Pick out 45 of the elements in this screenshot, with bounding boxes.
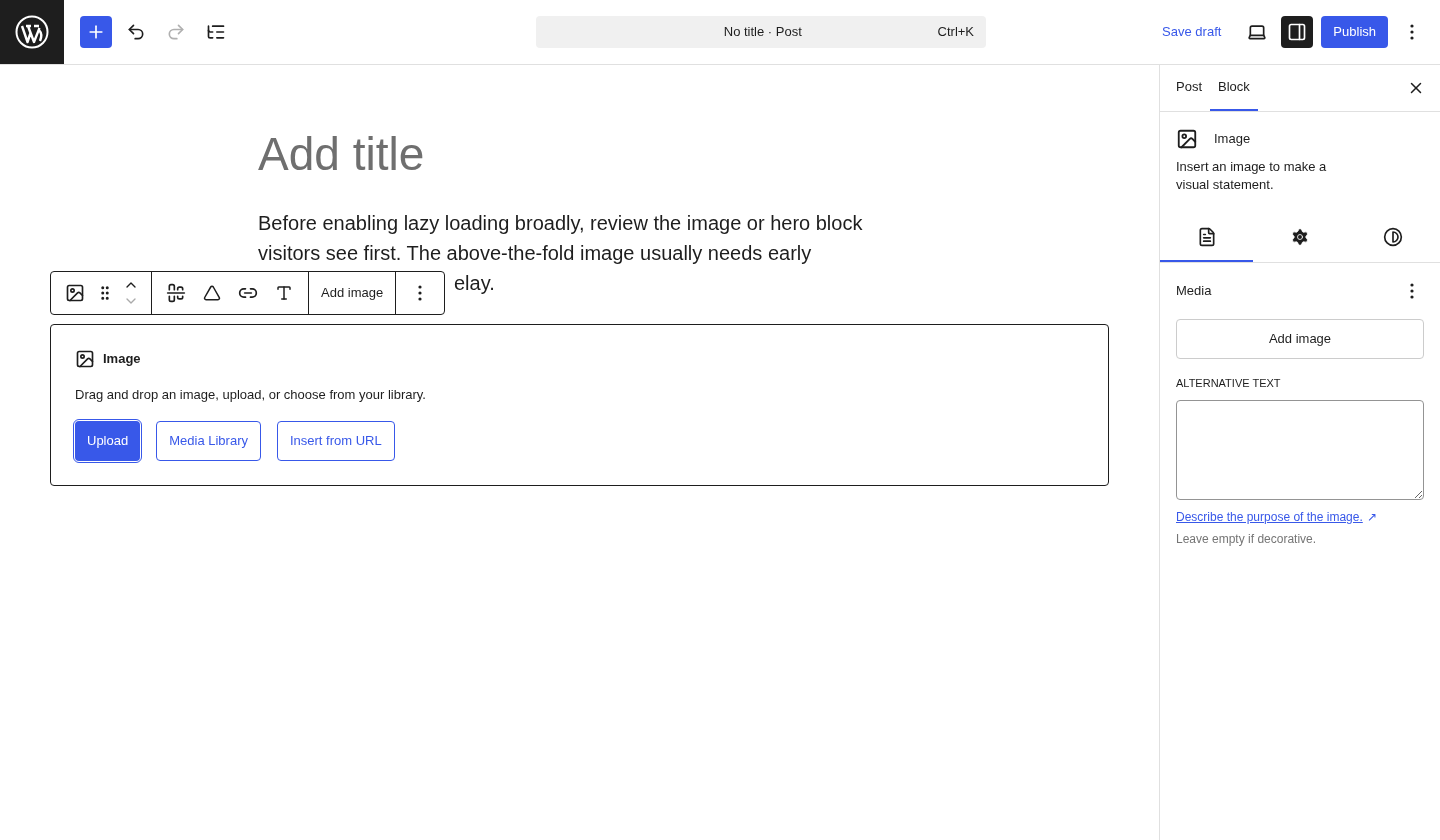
panel-title: Media — [1176, 282, 1212, 301]
more-icon — [1410, 283, 1414, 299]
triangle-icon — [203, 284, 221, 302]
sidebar-tab[interactable]: Post — [1168, 65, 1210, 111]
image-icon — [75, 349, 95, 370]
external-link-mark: ↗ — [1366, 509, 1377, 524]
paragraph-line: elay. — [454, 271, 495, 297]
wordpress-logo-icon[interactable] — [15, 15, 49, 49]
redo-icon — [166, 22, 186, 42]
title-placeholder[interactable]: Add title — [258, 127, 425, 183]
help-text: Leave empty if decorative. — [1176, 530, 1317, 548]
placeholder-instructions: Drag and drop an image, upload, or choose from your library. — [75, 386, 426, 405]
laptop-icon — [1247, 22, 1268, 42]
image-icon — [65, 283, 85, 303]
add-image-toolbar-button[interactable]: Add image — [309, 272, 397, 314]
command-bar[interactable]: No title · Post Ctrl+K — [536, 16, 987, 48]
logo-tile[interactable] — [0, 0, 64, 64]
publish-button[interactable]: Publish — [1321, 16, 1388, 48]
settings-toggle-button[interactable] — [1281, 16, 1314, 48]
placeholder-button[interactable]: Media Library — [156, 420, 261, 461]
block-name: Image — [1214, 130, 1251, 149]
list-icon — [206, 22, 226, 42]
paragraph-line: visitors see first. The above-the-fold image usually needs early — [258, 241, 812, 267]
undo-icon — [126, 22, 146, 42]
alt-text-field[interactable] — [1176, 399, 1424, 500]
settings-icon — [1290, 227, 1310, 247]
more-icon — [418, 285, 423, 301]
add-image-button[interactable]: Add image — [1176, 319, 1424, 359]
image-icon — [1176, 128, 1198, 150]
shortcut-hint: Ctrl+K — [937, 23, 975, 42]
help-link[interactable]: Describe the purpose of the image. — [1176, 509, 1363, 524]
field-label: ALTERNATIVE TEXT — [1176, 376, 1281, 391]
more-icon — [1410, 24, 1414, 40]
sidebar-tab[interactable]: Block — [1210, 65, 1258, 111]
placeholder-button[interactable]: Insert from URL — [276, 420, 395, 461]
add-block-button[interactable] — [80, 16, 112, 48]
document-title: No title · Post — [722, 23, 803, 42]
text-icon — [275, 284, 293, 302]
placeholder-button[interactable]: Upload — [75, 420, 141, 461]
placeholder-title: Image — [103, 350, 141, 369]
block-description: Insert an image to make a visual statement. — [1176, 158, 1328, 194]
sidebar-icon — [1287, 22, 1308, 42]
save-draft-button[interactable]: Save draft — [1150, 16, 1234, 48]
paragraph-line: Before enabling lazy loading broadly, review the image or hero block — [258, 211, 863, 237]
align-icon — [166, 283, 186, 303]
